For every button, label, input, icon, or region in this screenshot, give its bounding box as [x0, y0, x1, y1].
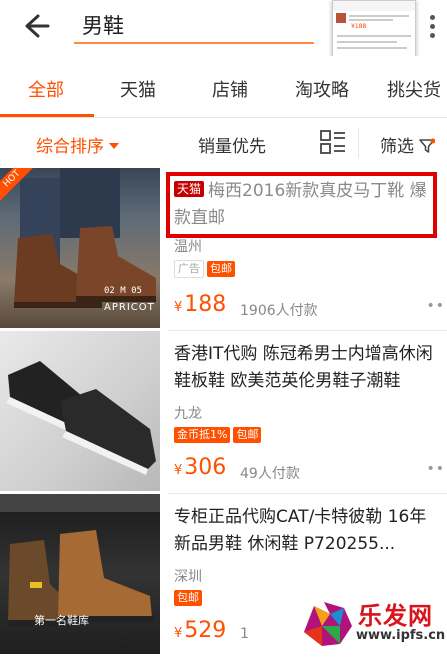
product-image: [0, 331, 160, 491]
tab-picks[interactable]: 挑尖货: [387, 76, 441, 102]
image-logo: 02 M 05: [104, 286, 142, 296]
coin-discount-tag: 金币抵1%: [174, 427, 231, 443]
thumbnail-price: ¥188: [351, 23, 367, 30]
more-icon[interactable]: ••: [426, 461, 445, 477]
image-caption: APRICOT: [104, 302, 155, 313]
thumbnail-text-line: [349, 19, 393, 21]
watermark-logo-icon: [304, 602, 352, 646]
product-title: 香港IT代购 陈冠希男士内增高休闲鞋板鞋 欧美范英伦男鞋子潮鞋: [174, 344, 433, 391]
product-image: 第一名鞋库: [0, 494, 160, 654]
thumbnail-header: [333, 1, 415, 11]
sold-count: 1906人付款: [240, 303, 318, 319]
free-shipping-tag: 包邮: [233, 427, 262, 443]
thumbnail-text-line: [337, 47, 407, 49]
product-price: ¥529: [174, 618, 226, 643]
thumbnail-text-line: [337, 41, 397, 43]
thumbnail-image: [336, 13, 346, 23]
currency-symbol: ¥: [174, 626, 183, 641]
caret-down-icon: [109, 143, 119, 149]
product-image: 02 M 05 APRICOT HOT: [0, 168, 160, 328]
product-tags: 金币抵1% 包邮: [174, 427, 264, 443]
product-tags: 广告 包邮: [174, 260, 238, 278]
free-shipping-tag: 包邮: [207, 261, 235, 277]
image-caption: 第一名鞋库: [34, 614, 89, 627]
price-value: 188: [184, 292, 227, 317]
ad-tag: 广告: [174, 260, 204, 278]
work-boots-image: [0, 494, 160, 626]
sort-separator: [358, 128, 359, 158]
currency-symbol: ¥: [174, 463, 183, 478]
product-location: 温州: [174, 239, 202, 255]
product-price: ¥188: [174, 292, 226, 317]
product-list: 02 M 05 APRICOT HOT 天猫 梅西2016新款真皮马丁靴 爆款直邮…: [0, 168, 447, 657]
filter-funnel-icon: [419, 138, 436, 153]
sold-count: 1: [240, 626, 249, 642]
product-price: ¥306: [174, 455, 226, 480]
product-item[interactable]: 香港IT代购 陈冠希男士内增高休闲鞋板鞋 欧美范英伦男鞋子潮鞋 九龙 金币抵1%…: [0, 331, 447, 494]
tab-guides[interactable]: 淘攻略: [295, 76, 349, 102]
back-arrow-icon[interactable]: [18, 8, 54, 44]
tab-tmall[interactable]: 天猫: [120, 76, 156, 102]
watermark-url: www.ipfs.cn: [356, 628, 446, 643]
product-tags: 包邮: [174, 590, 205, 606]
tab-all[interactable]: 全部: [28, 76, 64, 102]
filter-button[interactable]: 筛选: [380, 132, 436, 157]
tab-shops[interactable]: 店铺: [212, 76, 248, 102]
thumbnail-text-line: [349, 15, 409, 17]
filter-label: 筛选: [380, 137, 414, 157]
taobao-search-screen: 男鞋 ¥188 全部 天猫 店铺 淘攻略 挑尖货 综合排序 销量优先 筛选 02…: [0, 0, 447, 657]
sort-comprehensive[interactable]: 综合排序: [36, 132, 119, 157]
search-query: 男鞋: [82, 14, 124, 38]
more-icon[interactable]: ••: [426, 298, 445, 314]
sneakers-image: [6, 361, 156, 475]
search-input[interactable]: 男鞋: [74, 6, 314, 44]
price-value: 529: [184, 618, 227, 643]
currency-symbol: ¥: [174, 300, 183, 315]
more-options-icon[interactable]: [425, 12, 439, 40]
sold-count: 49人付款: [240, 466, 300, 482]
watermark-brand: 乐发网: [358, 602, 433, 630]
sort-bar: 综合排序 销量优先 筛选: [0, 118, 447, 168]
sort-comprehensive-label: 综合排序: [36, 137, 104, 157]
sort-sales[interactable]: 销量优先: [198, 132, 266, 157]
free-shipping-tag: 包邮: [174, 590, 202, 606]
thumbnail-text-line: [337, 35, 411, 37]
site-watermark: 乐发网 www.ipfs.cn: [300, 590, 447, 657]
price-value: 306: [184, 455, 227, 480]
highlight-box: [166, 172, 437, 238]
category-tabs: 全部 天猫 店铺 淘攻略 挑尖货: [0, 56, 447, 116]
list-view-icon[interactable]: [320, 130, 346, 154]
product-location: 深圳: [174, 569, 202, 585]
product-location: 九龙: [174, 406, 202, 422]
product-title: 专柜正品代购CAT/卡特彼勒 16年新品男鞋 休闲鞋 P720255...: [174, 507, 427, 554]
